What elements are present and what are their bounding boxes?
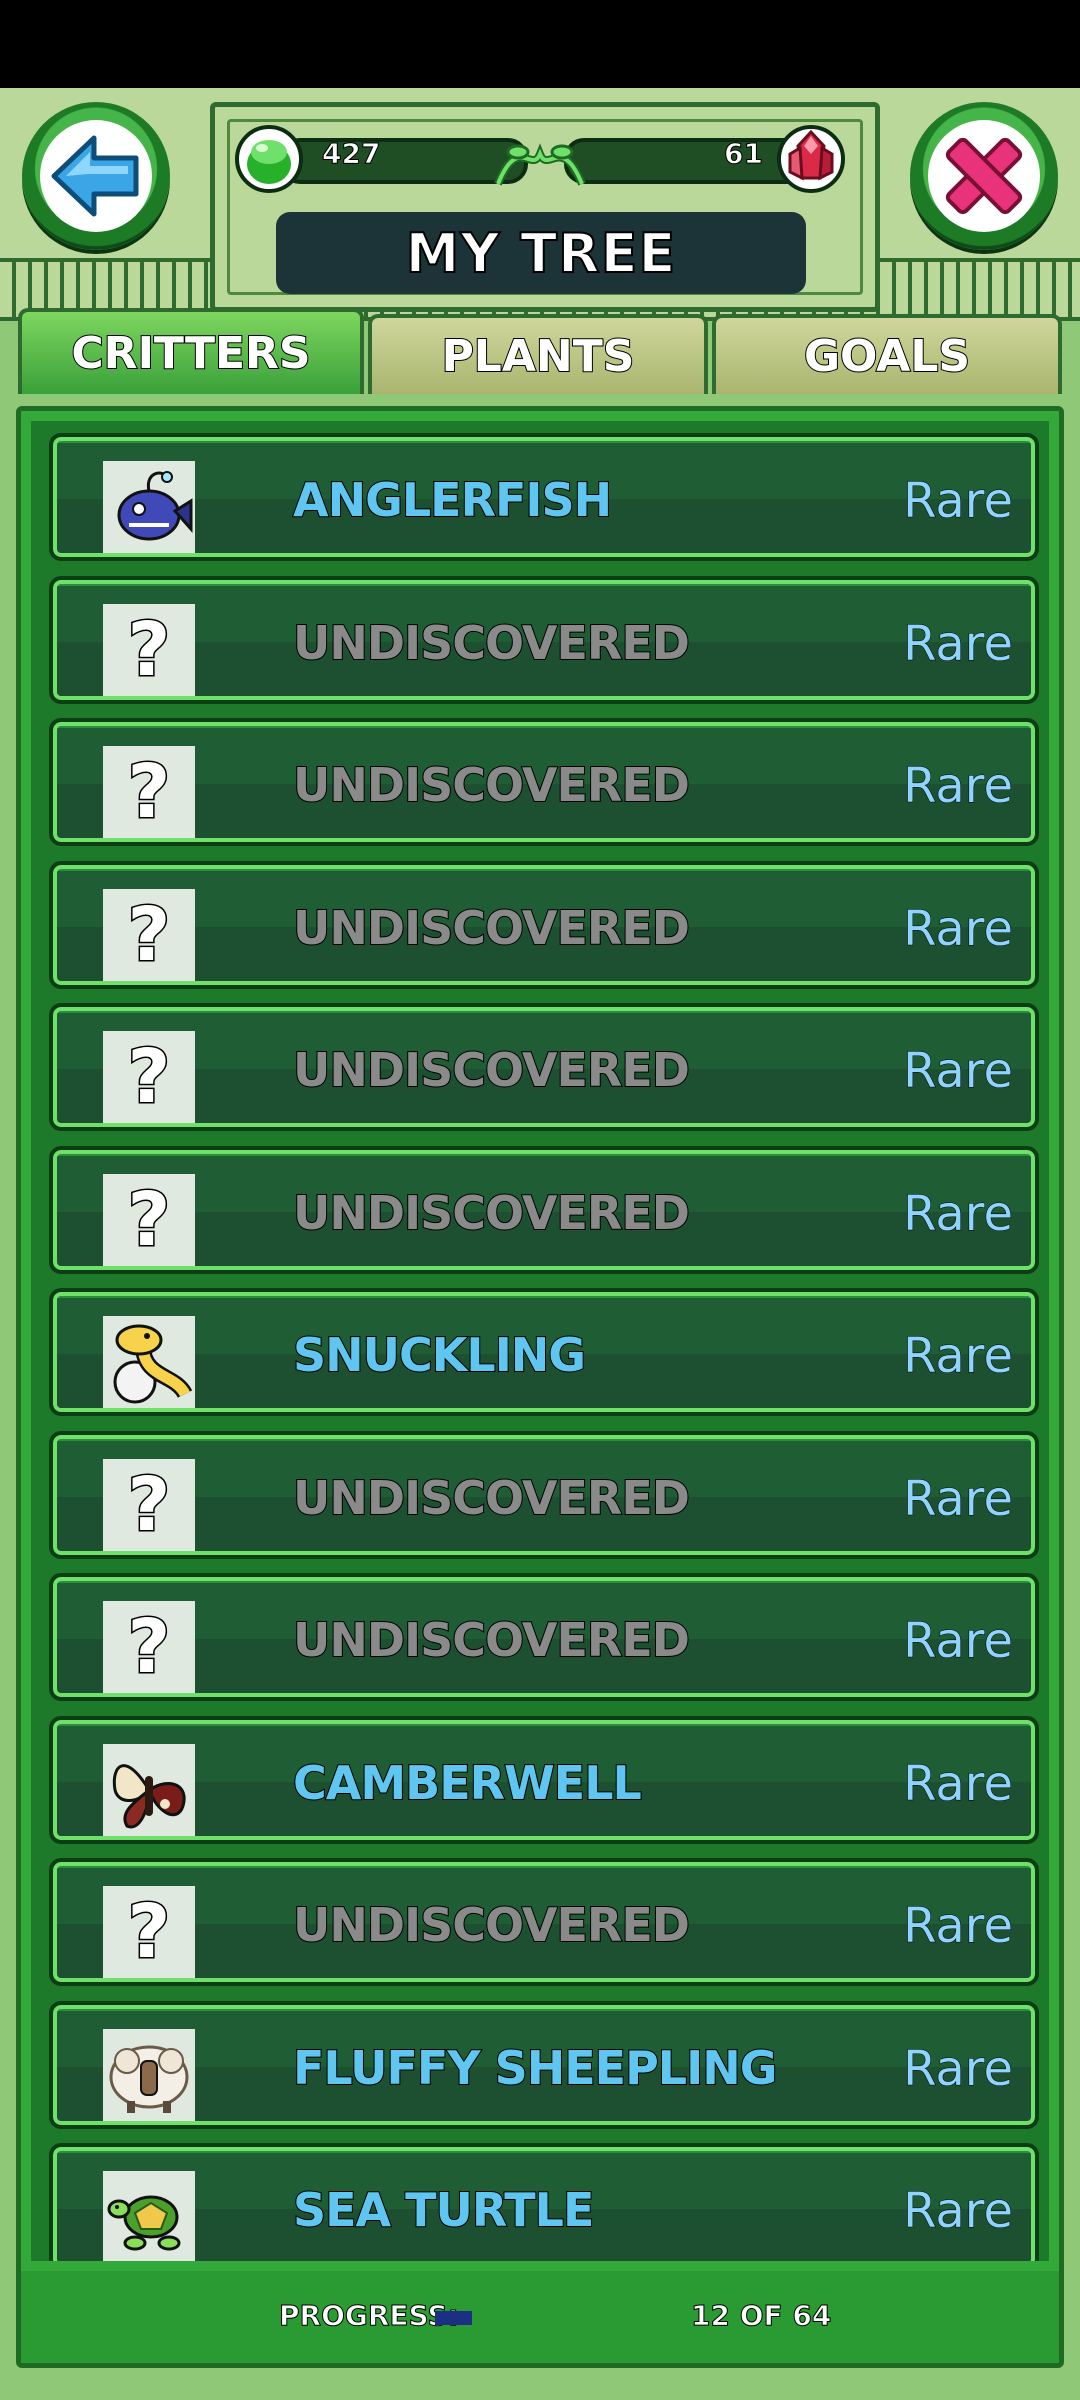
snuckling-icon <box>103 1316 195 1408</box>
critter-rarity: Rare <box>903 1328 1014 1385</box>
screen-title: MY TREE <box>405 221 677 286</box>
question-mark-icon: ? <box>103 746 195 838</box>
critter-rarity: Rare <box>903 1043 1014 1100</box>
close-x-icon <box>945 137 1023 215</box>
critter-name: UNDISCOVERED <box>292 1470 691 1526</box>
question-mark-icon: ? <box>103 1458 195 1551</box>
status-bar <box>0 0 1080 88</box>
vine-ornament-icon <box>494 143 586 186</box>
question-mark-icon: ? <box>103 1886 195 1978</box>
resource-bar: 427 61 <box>234 124 846 193</box>
critter-name: UNDISCOVERED <box>292 1612 691 1668</box>
progress-bar <box>435 2311 631 2325</box>
critter-name: UNDISCOVERED <box>292 757 691 813</box>
critter-rarity: Rare <box>903 2040 1014 2097</box>
game-screen: 427 61 MY TREE CRITTERS PLANTS GOALS ANG… <box>0 88 1080 2400</box>
critter-name: FLUFFY SHEEPLING <box>292 2040 778 2096</box>
critter-rarity: Rare <box>903 1755 1014 1812</box>
critter-row[interactable]: ? UNDISCOVERED Rare <box>49 1573 1039 1701</box>
critter-rarity: Rare <box>903 900 1014 957</box>
critter-rarity: Rare <box>903 1613 1014 1670</box>
back-button[interactable] <box>22 102 170 250</box>
critter-row[interactable]: ? UNDISCOVERED Rare <box>49 718 1039 846</box>
critter-row[interactable]: ? UNDISCOVERED Rare <box>49 1145 1039 1274</box>
critter-rarity: Rare <box>903 758 1014 815</box>
critter-rarity: Rare <box>903 1185 1014 1242</box>
progress-bar-fill <box>435 2311 472 2325</box>
tab-critters-label: CRITTERS <box>70 327 311 380</box>
critter-row[interactable]: ? UNDISCOVERED Rare <box>49 575 1039 704</box>
critter-row[interactable]: SEA TURTLE Rare <box>49 2143 1039 2261</box>
red-crystal-icon <box>777 125 845 193</box>
question-mark-icon: ? <box>103 1601 195 1693</box>
tab-plants-label: PLANTS <box>441 330 636 383</box>
question-mark-icon: ? <box>103 603 195 696</box>
progress-count: 12 OF 64 <box>690 2299 832 2333</box>
critter-name: UNDISCOVERED <box>292 900 691 956</box>
critter-name: ANGLERFISH <box>292 472 613 528</box>
question-mark-icon: ? <box>103 888 195 981</box>
critter-row[interactable]: ? UNDISCOVERED Rare <box>49 1858 1039 1986</box>
tab-goals-label: GOALS <box>803 330 971 383</box>
critter-list[interactable]: ANGLERFISH Rare? UNDISCOVERED Rare? UNDISCOV… <box>31 421 1049 2261</box>
back-arrow-icon <box>51 135 139 217</box>
critter-name: UNDISCOVERED <box>292 1897 691 1953</box>
critter-rarity: Rare <box>903 1898 1014 1955</box>
critter-row[interactable]: ? UNDISCOVERED Rare <box>49 1003 1039 1131</box>
close-button[interactable] <box>910 102 1058 250</box>
tab-critters[interactable]: CRITTERS <box>18 308 364 394</box>
critter-row[interactable]: CAMBERWELL Rare <box>49 1715 1039 1844</box>
critter-row[interactable]: ANGLERFISH Rare <box>49 433 1039 561</box>
critter-name: SEA TURTLE <box>292 2182 595 2238</box>
critter-name: UNDISCOVERED <box>292 615 691 671</box>
sea-turtle-icon <box>103 2171 195 2261</box>
tab-plants[interactable]: PLANTS <box>368 314 708 394</box>
critter-rarity: Rare <box>903 1470 1014 1527</box>
critter-name: CAMBERWELL <box>292 1755 643 1811</box>
anglerfish-icon <box>103 461 195 553</box>
critter-name: UNDISCOVERED <box>292 1185 691 1241</box>
header: 427 61 MY TREE <box>0 88 1080 321</box>
green-gem-icon <box>235 125 303 193</box>
critter-row[interactable]: SNUCKLING Rare <box>49 1288 1039 1416</box>
critter-rarity: Rare <box>903 473 1014 530</box>
red-gem-track <box>564 138 812 184</box>
screen-title-plate: MY TREE <box>276 212 806 294</box>
tab-goals[interactable]: GOALS <box>712 314 1062 394</box>
progress-label: PROGRESS: <box>279 2299 460 2333</box>
camberwell-icon <box>103 1743 195 1836</box>
sheepling-icon <box>103 2028 195 2121</box>
critter-name: SNUCKLING <box>292 1327 587 1383</box>
green-gem-count: 427 <box>321 137 381 171</box>
critter-row[interactable]: ? UNDISCOVERED Rare <box>49 860 1039 989</box>
progress-footer: PROGRESS: 12 OF 64 <box>21 2271 1059 2363</box>
tab-bar: CRITTERS PLANTS GOALS <box>18 308 1062 394</box>
critter-name: UNDISCOVERED <box>292 1042 691 1098</box>
critter-rarity: Rare <box>903 615 1014 672</box>
critter-rarity: Rare <box>903 2183 1014 2240</box>
critter-list-panel: ANGLERFISH Rare? UNDISCOVERED Rare? UNDISCOV… <box>16 406 1064 2368</box>
question-mark-icon: ? <box>103 1173 195 1266</box>
critter-row[interactable]: FLUFFY SHEEPLING Rare <box>49 2000 1039 2129</box>
critter-row[interactable]: ? UNDISCOVERED Rare <box>49 1430 1039 1559</box>
red-gem-count: 61 <box>724 137 764 171</box>
question-mark-icon: ? <box>103 1031 195 1123</box>
